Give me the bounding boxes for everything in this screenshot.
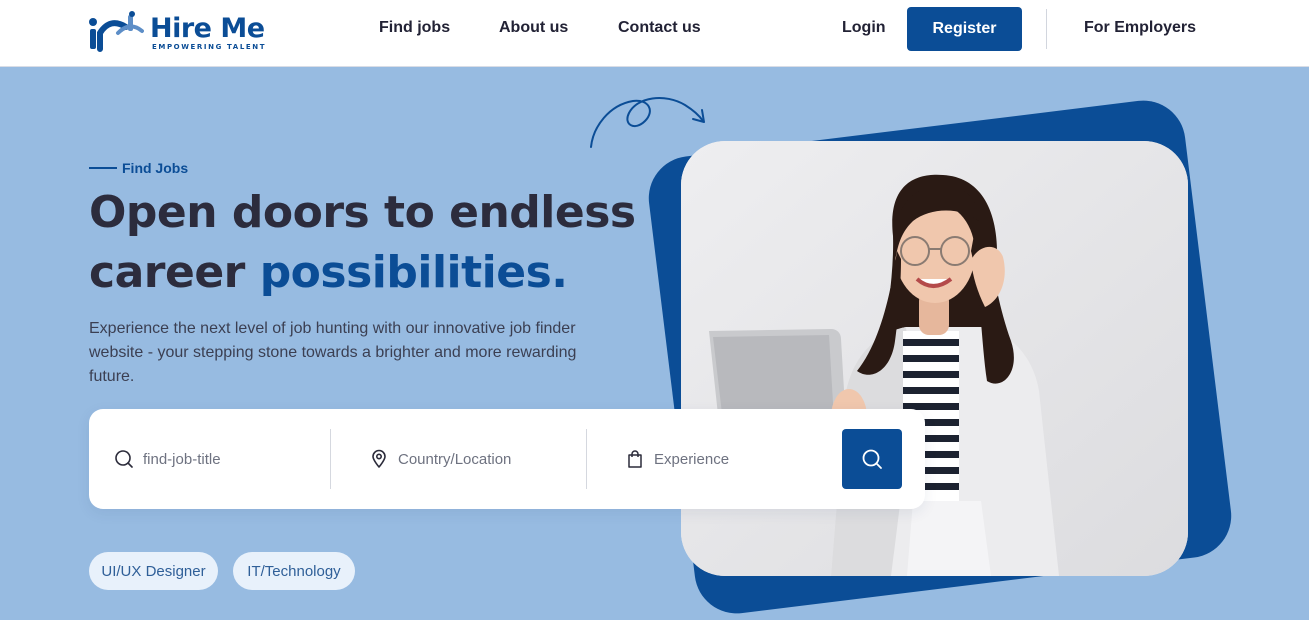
logo-tagline: EMPOWERING TALENT <box>152 42 267 51</box>
headline-line-1: Open doors to endless <box>89 187 636 238</box>
job-search-panel: find-job-title Country/Location Experien… <box>89 409 925 509</box>
tag-it-technology[interactable]: IT/Technology <box>233 552 355 590</box>
headline-line-2: career <box>89 247 260 298</box>
search-icon <box>862 449 882 469</box>
search-separator <box>330 429 331 489</box>
eyebrow-line <box>89 167 117 169</box>
hero-headline: Open doors to endless career possibiliti… <box>89 183 636 303</box>
logo-mark-icon <box>89 11 144 52</box>
eyebrow: Find Jobs <box>89 160 188 176</box>
register-button[interactable]: Register <box>907 7 1022 51</box>
login-link[interactable]: Login <box>842 19 886 37</box>
nav-contact-us[interactable]: Contact us <box>618 19 701 37</box>
nav-find-jobs[interactable]: Find jobs <box>379 19 450 37</box>
squiggle-arrow-icon <box>590 97 705 148</box>
eyebrow-text: Find Jobs <box>122 160 189 176</box>
logo[interactable]: Hire Me EMPOWERING TALENT <box>88 10 266 56</box>
job-title-field[interactable]: find-job-title <box>114 409 329 509</box>
experience-field[interactable]: Experience <box>625 409 825 509</box>
nav-about-us[interactable]: About us <box>499 19 568 37</box>
for-employers-link[interactable]: For Employers <box>1084 19 1196 37</box>
site-header: Hire Me EMPOWERING TALENT Find jobs Abou… <box>0 0 1309 67</box>
woman-with-laptop-illustration <box>681 141 1188 576</box>
location-pin-icon <box>372 449 386 468</box>
headline-accent: possibilities. <box>259 247 568 298</box>
experience-placeholder: Experience <box>654 450 730 468</box>
logo-title: Hire Me <box>150 12 265 44</box>
hero-section: Find Jobs Open doors to endless career p… <box>0 67 1309 620</box>
header-divider <box>1046 9 1047 49</box>
job-title-placeholder: find-job-title <box>143 450 221 468</box>
tag-ui-ux-designer[interactable]: UI/UX Designer <box>89 552 218 590</box>
search-separator <box>586 429 587 489</box>
location-field[interactable]: Country/Location <box>369 409 584 509</box>
search-button[interactable] <box>842 429 902 489</box>
shopping-bag-icon <box>628 450 642 468</box>
hero-description: Experience the next level of job hunting… <box>89 320 577 385</box>
search-icon <box>115 450 133 468</box>
location-placeholder: Country/Location <box>398 450 512 468</box>
hero-photo <box>681 141 1188 576</box>
